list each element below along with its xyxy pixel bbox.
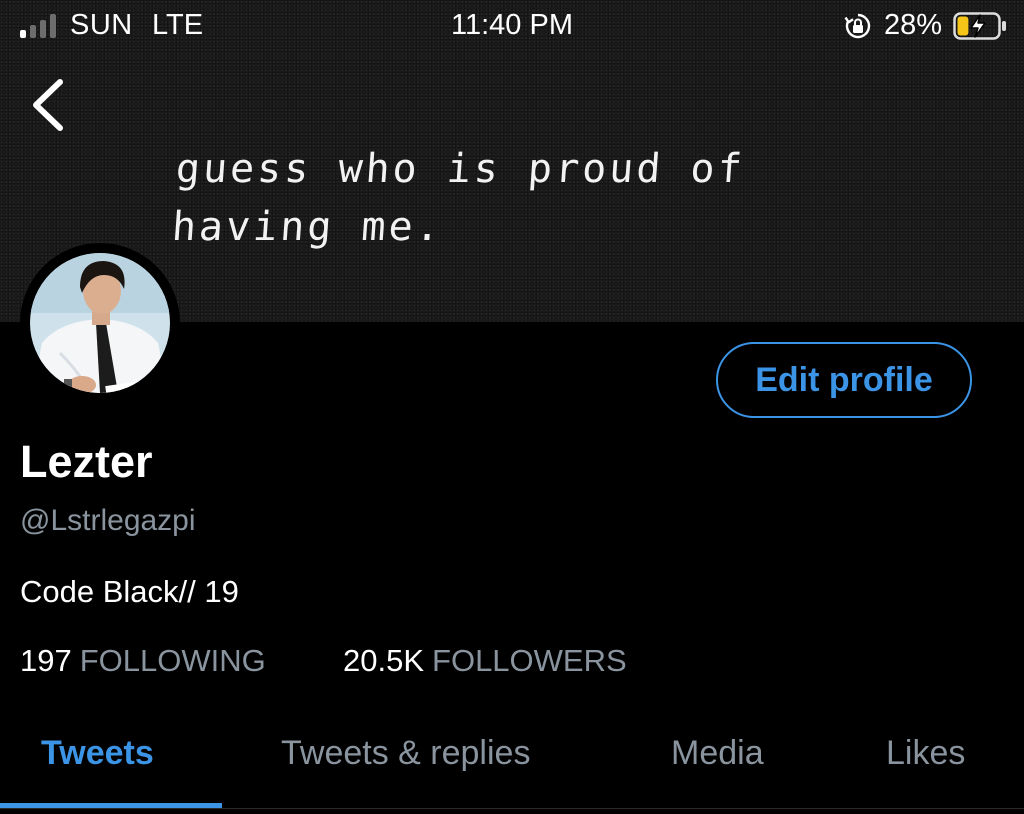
following-stat[interactable]: 197 FOLLOWING — [20, 643, 266, 679]
battery-charging-icon — [953, 12, 1009, 40]
tab-tweets-and-replies[interactable]: Tweets & replies — [281, 734, 530, 773]
followers-count: 20.5K — [343, 643, 425, 678]
profile-tabs: Tweets Tweets & replies Media Likes — [0, 720, 1024, 814]
edit-profile-button[interactable]: Edit profile — [716, 342, 972, 418]
display-name: Lezter — [20, 436, 153, 487]
tab-divider — [0, 808, 1024, 809]
following-count: 197 — [20, 643, 72, 678]
profile-photo — [24, 247, 176, 399]
back-button[interactable] — [22, 74, 76, 136]
rotation-lock-icon — [844, 12, 872, 40]
battery-percentage: 28% — [884, 9, 943, 41]
status-bar: SUN LTE 11:40 PM 28% — [0, 0, 1024, 52]
tab-tweets[interactable]: Tweets — [41, 734, 154, 773]
profile-bio: Code Black// 19 — [20, 574, 239, 609]
followers-label: FOLLOWERS — [432, 643, 627, 678]
tab-likes[interactable]: Likes — [886, 734, 965, 773]
followers-stat[interactable]: 20.5K FOLLOWERS — [343, 643, 627, 679]
banner-handwritten-text: guess who is proud of having me. — [170, 146, 747, 250]
following-label: FOLLOWING — [79, 643, 266, 678]
tab-media[interactable]: Media — [671, 734, 764, 773]
avatar[interactable] — [20, 243, 180, 403]
user-handle: @Lstrlegazpi — [20, 504, 196, 537]
chevron-left-icon — [33, 79, 63, 131]
